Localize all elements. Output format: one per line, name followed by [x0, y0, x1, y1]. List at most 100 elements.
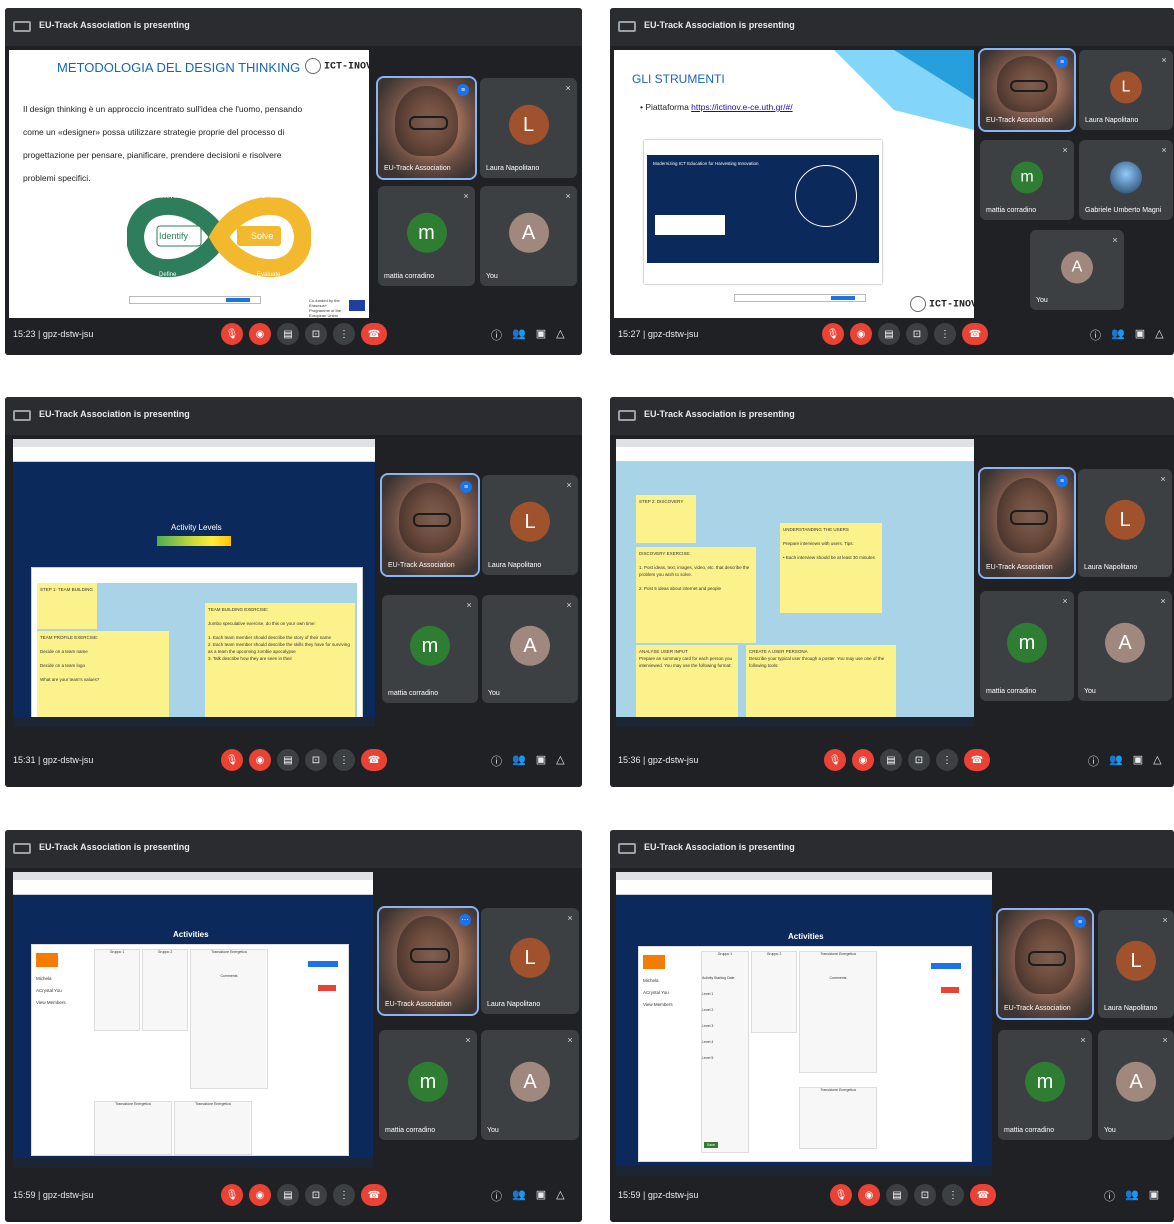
- sticky-team-building[interactable]: TEAM BUILDING EXERCISE: Jumbo speculativ…: [205, 603, 355, 717]
- camera-toggle-button[interactable]: ◉: [249, 1184, 271, 1206]
- sticky-understanding-users[interactable]: UNDERSTANDING THE USERS Prepare intervie…: [780, 523, 882, 613]
- add-activity-button[interactable]: [931, 963, 961, 969]
- participant-tile-laura[interactable]: ⨯ L Laura Napolitano: [481, 908, 579, 1014]
- chat-icon[interactable]: ▣: [536, 327, 546, 343]
- chat-icon[interactable]: ▣: [1135, 327, 1145, 343]
- mic-toggle-button[interactable]: 🎙: [830, 1184, 852, 1206]
- activity-card[interactable]: Transizione Energetica Comments: [799, 951, 877, 1073]
- leave-call-button[interactable]: ☎: [361, 749, 387, 771]
- info-icon[interactable]: ⓘ: [491, 753, 502, 769]
- more-options-button[interactable]: ⋮: [333, 749, 355, 771]
- info-icon[interactable]: ⓘ: [491, 1188, 502, 1204]
- present-button[interactable]: ⊡: [908, 749, 930, 771]
- activity-card[interactable]: Gruppo 2: [142, 949, 188, 1031]
- present-button[interactable]: ⊡: [906, 323, 928, 345]
- sticky-user-persona[interactable]: CREATE A USER PERSONA Describe your typi…: [746, 645, 896, 717]
- captions-button[interactable]: ▤: [878, 323, 900, 345]
- sidebar-item-view-members[interactable]: View Members: [643, 999, 693, 1011]
- people-icon[interactable]: 👥: [1109, 753, 1123, 769]
- mic-toggle-button[interactable]: 🎙: [221, 323, 243, 345]
- activity-card[interactable]: Transizione Energetica: [799, 1087, 877, 1149]
- activities-icon[interactable]: △: [556, 1188, 564, 1204]
- participant-tile-you[interactable]: ⨯ A You: [482, 595, 578, 703]
- leave-call-button[interactable]: ☎: [964, 749, 990, 771]
- more-options-button[interactable]: ⋮: [333, 1184, 355, 1206]
- sidebar-item-crystal[interactable]: ACrystal You: [643, 987, 693, 999]
- sidebar-item-michela[interactable]: Michela: [643, 975, 693, 987]
- mic-toggle-button[interactable]: 🎙: [221, 749, 243, 771]
- info-icon[interactable]: ⓘ: [491, 327, 502, 343]
- info-icon[interactable]: ⓘ: [1104, 1188, 1115, 1204]
- participant-tile-you[interactable]: ⨯ A You: [481, 1030, 579, 1140]
- participant-tile-mattia[interactable]: ⨯ m mattia corradino: [382, 595, 478, 703]
- activity-card[interactable]: Transizione Energetica: [174, 1101, 252, 1155]
- leave-call-button[interactable]: ☎: [970, 1184, 996, 1206]
- mic-toggle-button[interactable]: 🎙: [221, 1184, 243, 1206]
- activity-card[interactable]: Gruppo 2: [751, 951, 797, 1033]
- sticky-team-profile[interactable]: TEAM PROFILE EXERCISE: Decide on a team …: [37, 631, 169, 717]
- captions-button[interactable]: ▤: [277, 1184, 299, 1206]
- delete-button[interactable]: [318, 985, 336, 991]
- more-options-button[interactable]: ⋮: [333, 323, 355, 345]
- participant-tile-mattia[interactable]: ⨯ m mattia corradino: [998, 1030, 1092, 1140]
- participant-tile-laura[interactable]: ⨯ L Laura Napolitano: [1079, 50, 1173, 130]
- activity-card[interactable]: Transizione Energetica Comments: [190, 949, 268, 1089]
- leave-call-button[interactable]: ☎: [962, 323, 988, 345]
- participant-tile-eu-track[interactable]: ≡ EU-Track Association: [380, 473, 480, 577]
- camera-toggle-button[interactable]: ◉: [858, 1184, 880, 1206]
- participant-tile-gabriele[interactable]: ⨯ Gabriele Umberto Magni: [1079, 140, 1173, 220]
- more-options-button[interactable]: ⋮: [936, 749, 958, 771]
- participant-tile-you[interactable]: ⨯ A You: [1098, 1030, 1174, 1140]
- people-icon[interactable]: 👥: [1125, 1188, 1139, 1204]
- participant-tile-mattia[interactable]: ⨯ m mattia corradino: [378, 186, 475, 286]
- participant-tile-laura[interactable]: ⨯ L Laura Napolitano: [480, 78, 577, 178]
- delete-button[interactable]: [941, 987, 959, 993]
- people-icon[interactable]: 👥: [1111, 327, 1125, 343]
- captions-button[interactable]: ▤: [277, 749, 299, 771]
- info-icon[interactable]: ⓘ: [1090, 327, 1101, 343]
- sticky-analyse-input[interactable]: ANALYSE USER INPUT Prepare an summary ca…: [636, 645, 738, 717]
- participant-tile-eu-track[interactable]: ⋯ EU-Track Association: [377, 906, 479, 1016]
- participant-tile-mattia[interactable]: ⨯ m mattia corradino: [379, 1030, 477, 1140]
- participant-tile-mattia[interactable]: ⨯ m mattia corradino: [980, 591, 1074, 701]
- captions-button[interactable]: ▤: [277, 323, 299, 345]
- participant-tile-mattia[interactable]: ⨯ m mattia corradino: [980, 140, 1074, 220]
- chat-icon[interactable]: ▣: [536, 1188, 546, 1204]
- chat-icon[interactable]: ▣: [536, 753, 546, 769]
- more-options-button[interactable]: ⋮: [934, 323, 956, 345]
- leave-call-button[interactable]: ☎: [361, 1184, 387, 1206]
- info-icon[interactable]: ⓘ: [1088, 753, 1099, 769]
- activity-card[interactable]: Gruppo 1 Activity Starting Date Level 1 …: [701, 951, 749, 1153]
- participant-tile-laura[interactable]: ⨯ L Laura Napolitano: [482, 475, 578, 575]
- camera-toggle-button[interactable]: ◉: [852, 749, 874, 771]
- participant-tile-eu-track[interactable]: ≡ EU-Track Association: [978, 467, 1076, 579]
- activities-icon[interactable]: △: [1153, 753, 1161, 769]
- people-icon[interactable]: 👥: [512, 753, 526, 769]
- sticky-discovery-exercise[interactable]: DISCOVERY EXERCISE: 1. Post ideas, text,…: [636, 547, 756, 643]
- participant-tile-you[interactable]: ⨯ A You: [1030, 230, 1124, 310]
- activity-card[interactable]: Gruppo 1: [94, 949, 140, 1031]
- participant-tile-laura[interactable]: ⨯ L Laura Napolitano: [1078, 469, 1172, 577]
- participant-tile-laura[interactable]: ⨯ L Laura Napolitano: [1098, 910, 1174, 1018]
- camera-toggle-button[interactable]: ◉: [249, 323, 271, 345]
- sidebar-item-michela[interactable]: Michela: [36, 973, 86, 985]
- participant-tile-you[interactable]: ⨯ A You: [1078, 591, 1172, 701]
- leave-call-button[interactable]: ☎: [361, 323, 387, 345]
- chat-icon[interactable]: ▣: [1149, 1188, 1159, 1204]
- present-button[interactable]: ⊡: [305, 749, 327, 771]
- people-icon[interactable]: 👥: [512, 1188, 526, 1204]
- activities-icon[interactable]: △: [556, 753, 564, 769]
- present-button[interactable]: ⊡: [914, 1184, 936, 1206]
- activity-card[interactable]: Transizione Energetica: [94, 1101, 172, 1155]
- activities-icon[interactable]: △: [1155, 327, 1163, 343]
- sticky-step1[interactable]: STEP 1: TEAM BUILDING: [37, 583, 97, 629]
- chat-icon[interactable]: ▣: [1133, 753, 1143, 769]
- activities-icon[interactable]: △: [556, 327, 564, 343]
- sticky-step2[interactable]: STEP 2: DISCOVERY: [636, 495, 696, 543]
- more-options-button[interactable]: ⋮: [942, 1184, 964, 1206]
- sidebar-item-crystal[interactable]: ACrystal You: [36, 985, 86, 997]
- platform-link[interactable]: https://ictinov.e-ce.uth.gr/#/: [691, 102, 792, 112]
- captions-button[interactable]: ▤: [886, 1184, 908, 1206]
- participant-tile-eu-track[interactable]: ≡ EU-Track Association: [978, 48, 1076, 132]
- present-button[interactable]: ⊡: [305, 1184, 327, 1206]
